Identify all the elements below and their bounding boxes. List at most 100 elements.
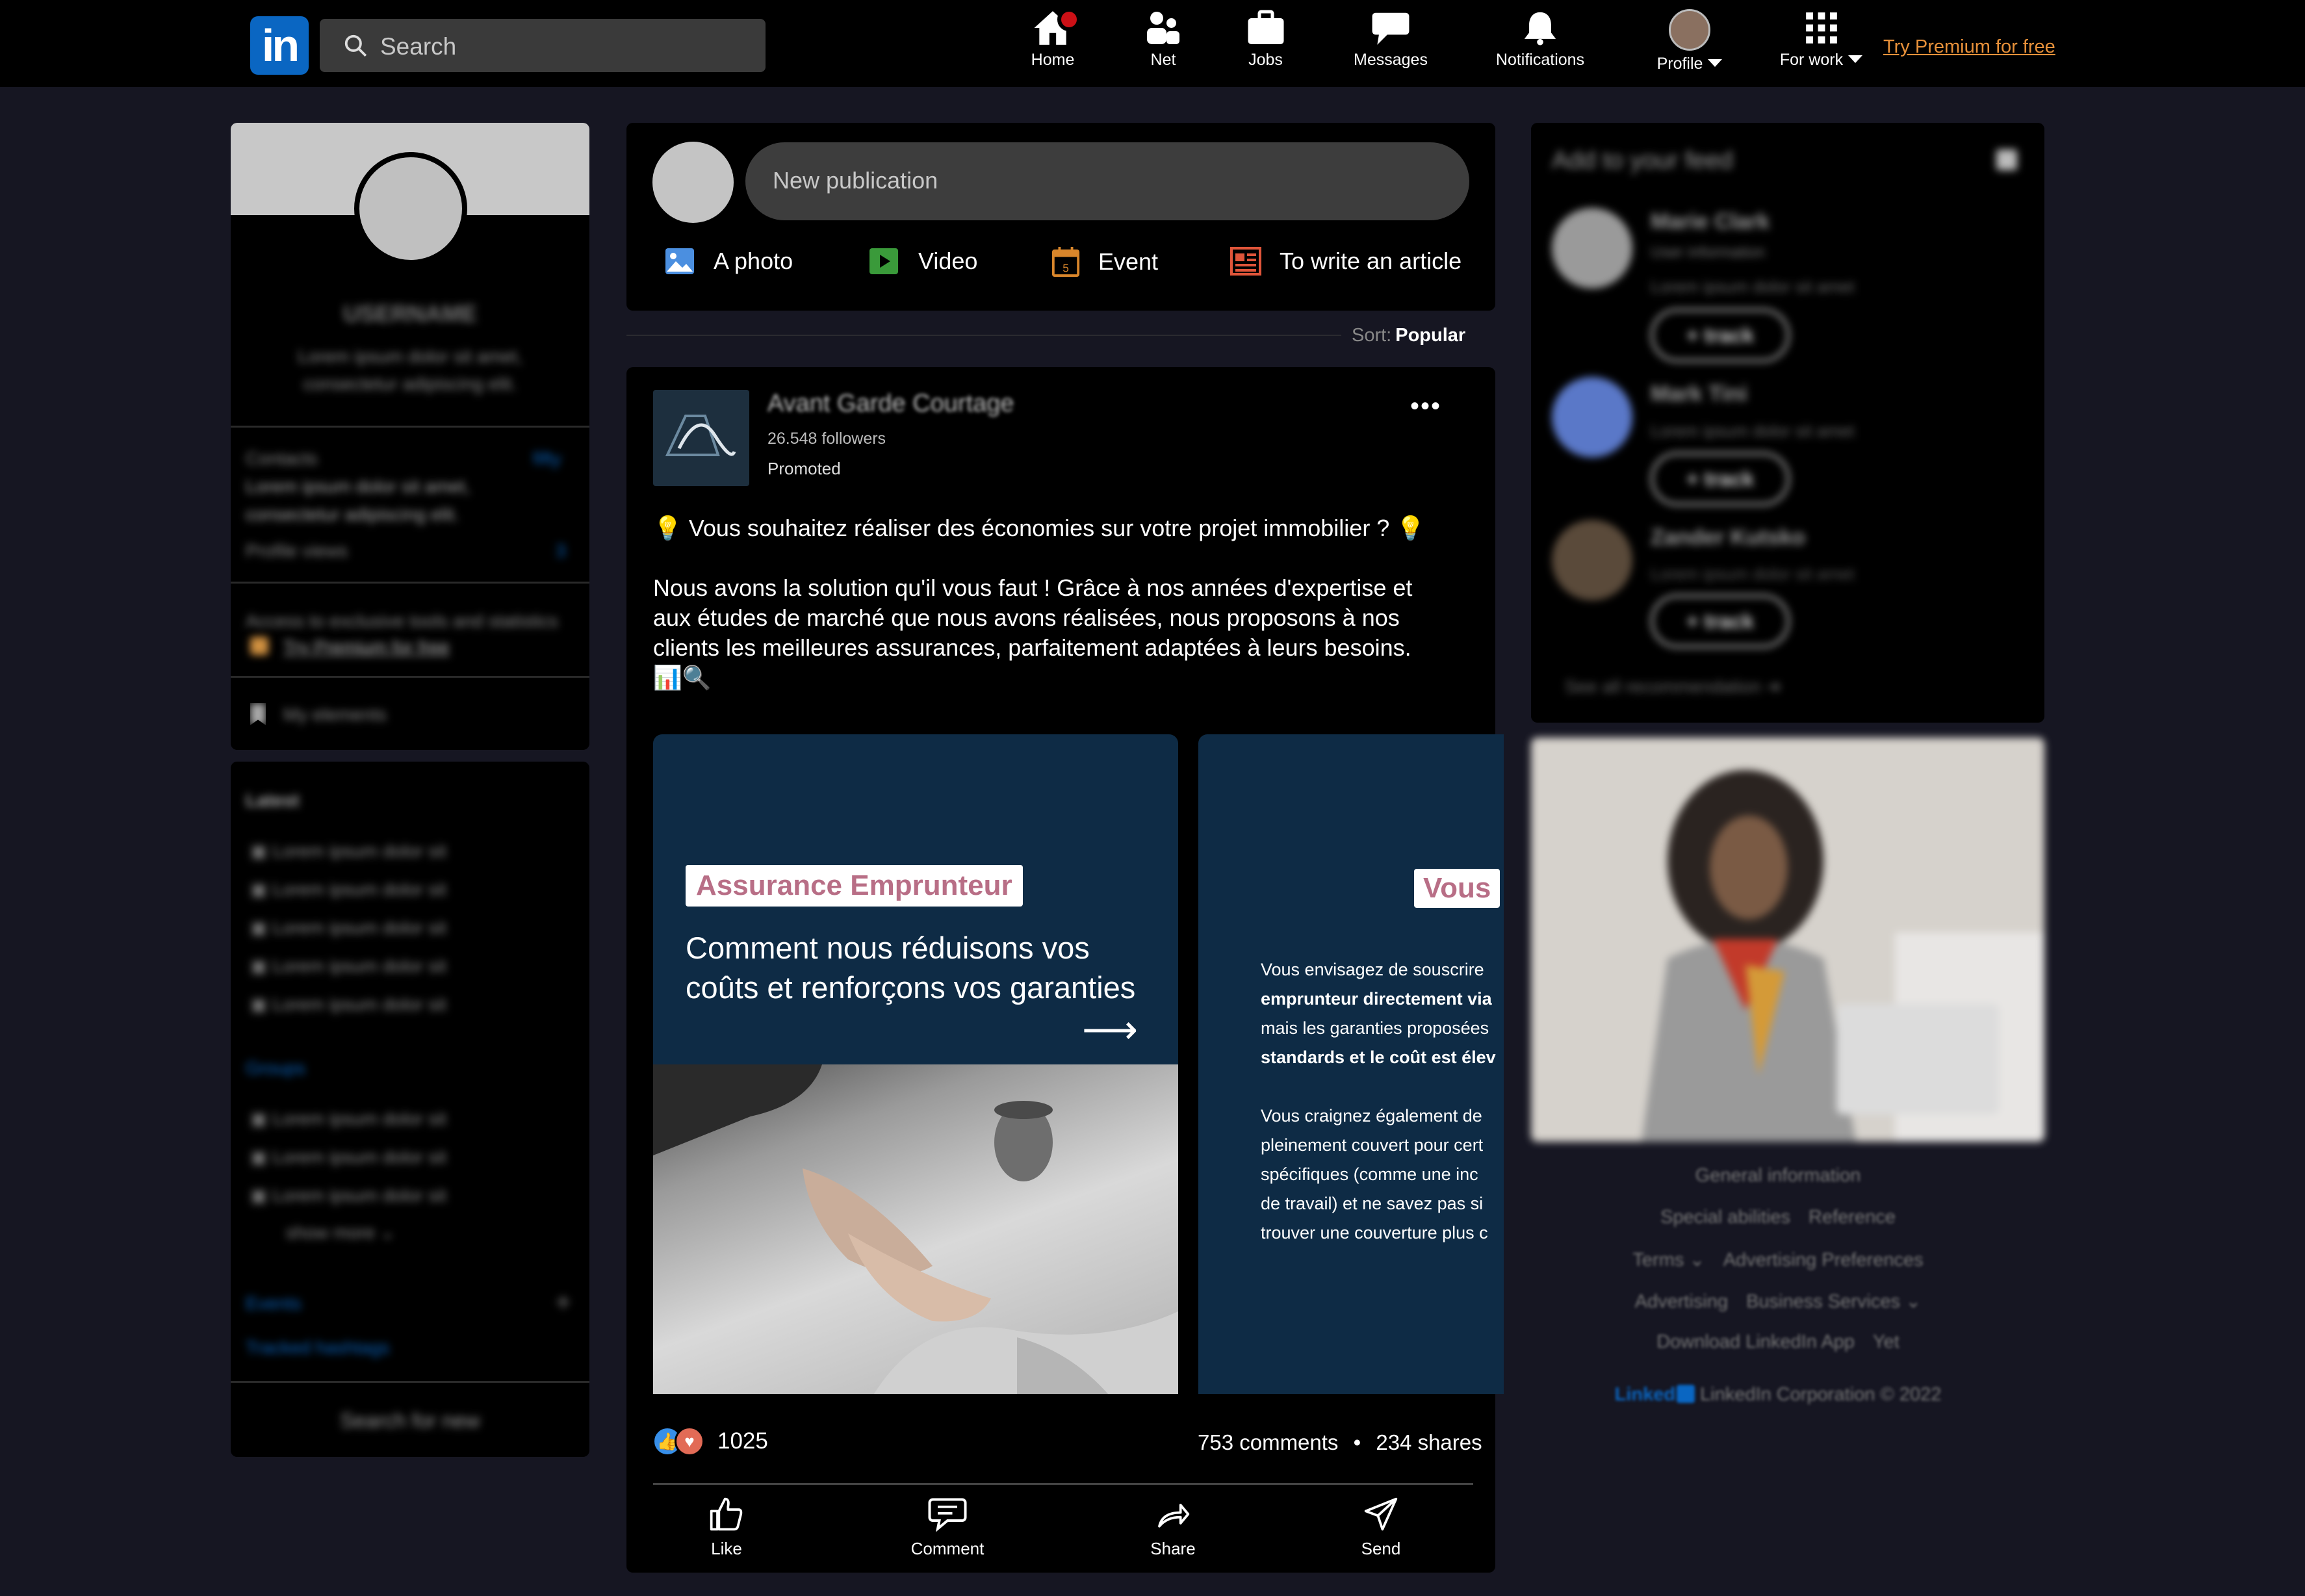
sort-label: Sort: bbox=[1352, 325, 1392, 346]
slide-body-line: emprunteur directement via bbox=[1261, 989, 1492, 1009]
footer-row: Download LinkedIn App Yet bbox=[1531, 1332, 2025, 1353]
list-item[interactable]: ▣ Lorem ipsum dolor sit bbox=[250, 1176, 446, 1215]
company-name[interactable]: Avant Garde Courtage bbox=[767, 390, 1014, 418]
suggestion-avatar[interactable] bbox=[1552, 208, 1632, 289]
footer-link[interactable]: Terms bbox=[1632, 1250, 1684, 1270]
divider bbox=[653, 1483, 1473, 1485]
list-item[interactable]: ▣ Lorem ipsum dolor sit bbox=[250, 947, 446, 985]
slide-body-line: Vous envisagez de souscrire bbox=[1261, 960, 1484, 979]
list-item[interactable]: ▣ Lorem ipsum dolor sit bbox=[250, 985, 446, 1023]
suggestion-avatar[interactable] bbox=[1552, 377, 1632, 457]
see-all-recommendations-link[interactable]: See all recommendation ➜ bbox=[1565, 676, 1781, 697]
list-item[interactable]: ▣ Lorem ipsum dolor sit bbox=[250, 1138, 446, 1176]
profile-bio: Lorem ipsum dolor sit amet, consectetur … bbox=[298, 346, 522, 394]
copyright-text: LinkedIn Corporation © 2022 bbox=[1700, 1384, 1942, 1405]
love-reaction-icon: ♥ bbox=[675, 1426, 704, 1456]
footer-link[interactable]: Special abilities bbox=[1660, 1207, 1790, 1228]
share-icon bbox=[1158, 1504, 1190, 1528]
latest-list: ▣ Lorem ipsum dolor sit ▣ Lorem ipsum do… bbox=[250, 832, 446, 1023]
footer-link[interactable]: Advertising Preferences bbox=[1723, 1250, 1924, 1270]
list-item[interactable]: ▣ Lorem ipsum dolor sit bbox=[250, 908, 446, 947]
contacts-count[interactable]: fifty bbox=[533, 448, 561, 469]
contacts-label[interactable]: Contacts bbox=[246, 448, 318, 469]
send-button[interactable]: Send bbox=[1316, 1496, 1446, 1559]
arrow-right-icon[interactable]: ⟶ bbox=[1082, 1007, 1138, 1053]
carousel-slide-1[interactable]: Assurance Emprunteur Comment nous réduis… bbox=[653, 734, 1178, 1394]
nav-messages[interactable]: Messages bbox=[1345, 9, 1436, 70]
grid-icon bbox=[1805, 12, 1837, 44]
linkedin-logo[interactable]: in bbox=[250, 16, 309, 75]
info-icon[interactable] bbox=[1996, 149, 2017, 170]
nav-notifications[interactable]: Notifications bbox=[1488, 9, 1592, 70]
write-article-button[interactable]: To write an article bbox=[1230, 247, 1462, 276]
photo-label: A photo bbox=[714, 248, 793, 274]
suggestion-name[interactable]: Marie Clark bbox=[1651, 209, 1770, 235]
footer-link[interactable]: Advertising bbox=[1635, 1291, 1728, 1312]
share-button[interactable]: Share bbox=[1108, 1496, 1238, 1559]
woman-with-laptop-photo bbox=[1531, 738, 2044, 1142]
footer-link[interactable]: Reference bbox=[1809, 1207, 1896, 1228]
suggestion-desc: Lorem ipsum dolor sit amet bbox=[1651, 421, 1855, 441]
carousel-slide-2[interactable]: Vous Vous envisagez de souscrire emprunte… bbox=[1198, 734, 1504, 1394]
photo-button[interactable]: A photo bbox=[664, 247, 793, 276]
reactions-summary[interactable]: 👍 ♥ 1025 bbox=[652, 1426, 768, 1456]
promo-image[interactable] bbox=[1531, 738, 2044, 1142]
nav-home[interactable]: Home bbox=[1024, 8, 1082, 70]
new-publication-input[interactable]: New publication bbox=[745, 142, 1469, 220]
like-button[interactable]: Like bbox=[662, 1496, 792, 1559]
events-link[interactable]: Events bbox=[246, 1293, 302, 1314]
list-item[interactable]: ▣ Lorem ipsum dolor sit bbox=[250, 832, 446, 870]
premium-icon bbox=[250, 637, 268, 655]
nav-network[interactable]: Net bbox=[1137, 9, 1189, 70]
slide-tag: Vous bbox=[1414, 869, 1500, 908]
try-premium-link[interactable]: Try Premium for free bbox=[1883, 36, 2055, 58]
company-logo[interactable] bbox=[653, 390, 749, 486]
suggestion-name[interactable]: Zander Kutsko bbox=[1651, 525, 1805, 550]
event-button[interactable]: 5 Event bbox=[1051, 247, 1158, 277]
search-new-button[interactable]: Search for new bbox=[231, 1409, 589, 1433]
profile-username[interactable]: USERNAME bbox=[231, 300, 589, 328]
shares-count[interactable]: 234 shares bbox=[1376, 1430, 1482, 1454]
company-followers: 26.548 followers bbox=[767, 430, 886, 448]
list-item[interactable]: ▣ Lorem ipsum dolor sit bbox=[250, 870, 446, 908]
footer-link[interactable]: Yet bbox=[1873, 1332, 1899, 1352]
post-stats[interactable]: 753 comments • 234 shares bbox=[1198, 1430, 1482, 1455]
promoted-label: Promoted bbox=[767, 459, 841, 478]
profile-avatar[interactable] bbox=[354, 152, 467, 265]
my-elements-link[interactable]: My elements bbox=[283, 704, 387, 725]
suggestion-name[interactable]: Mark Tini bbox=[1651, 381, 1747, 407]
nav-for-work[interactable]: For work bbox=[1771, 9, 1872, 70]
nav-for-work-label: For work bbox=[1779, 51, 1844, 69]
slide-body-line: spécifiques (comme une inc bbox=[1261, 1165, 1478, 1184]
comment-button[interactable]: Comment bbox=[882, 1496, 1012, 1559]
comments-count[interactable]: 753 comments bbox=[1198, 1430, 1338, 1454]
show-more-button[interactable]: show more ⌄ bbox=[286, 1222, 395, 1243]
footer-link[interactable]: Download LinkedIn App bbox=[1656, 1332, 1855, 1352]
message-icon bbox=[1372, 12, 1410, 45]
nav-jobs[interactable]: Jobs bbox=[1235, 9, 1296, 70]
send-label: Send bbox=[1361, 1539, 1401, 1558]
groups-link[interactable]: Groups bbox=[246, 1058, 305, 1079]
video-icon bbox=[869, 248, 898, 274]
profile-views-count[interactable]: 3 bbox=[556, 541, 566, 561]
search-input[interactable]: Search bbox=[320, 19, 766, 72]
nav-profile[interactable]: Profile bbox=[1644, 9, 1735, 73]
track-button[interactable]: + track bbox=[1651, 309, 1790, 362]
hashtags-link[interactable]: Tracked hashtags bbox=[246, 1337, 390, 1358]
network-icon bbox=[1147, 12, 1179, 44]
video-button[interactable]: Video bbox=[868, 247, 977, 276]
footer-link[interactable]: Business Services bbox=[1746, 1291, 1900, 1312]
more-options-icon[interactable]: ••• bbox=[1410, 392, 1441, 421]
suggestion-avatar[interactable] bbox=[1552, 520, 1632, 600]
list-item[interactable]: ▣ Lorem ipsum dolor sit bbox=[250, 1100, 446, 1138]
divider bbox=[231, 426, 589, 428]
slide-body-line: trouver une couverture plus c bbox=[1261, 1223, 1488, 1242]
track-button[interactable]: + track bbox=[1651, 595, 1790, 648]
profile-views-label[interactable]: Profile views bbox=[246, 541, 348, 561]
footer-link[interactable]: General information bbox=[1695, 1165, 1861, 1186]
premium-link[interactable]: Try Premium for free bbox=[283, 637, 450, 658]
track-button[interactable]: + track bbox=[1651, 452, 1790, 506]
add-event-icon[interactable]: + bbox=[556, 1288, 571, 1317]
sort-dropdown[interactable]: Sort: Popular bbox=[1352, 325, 1465, 346]
contacts-text: Lorem ipsum dolor sit amet, consectetur … bbox=[246, 476, 470, 524]
